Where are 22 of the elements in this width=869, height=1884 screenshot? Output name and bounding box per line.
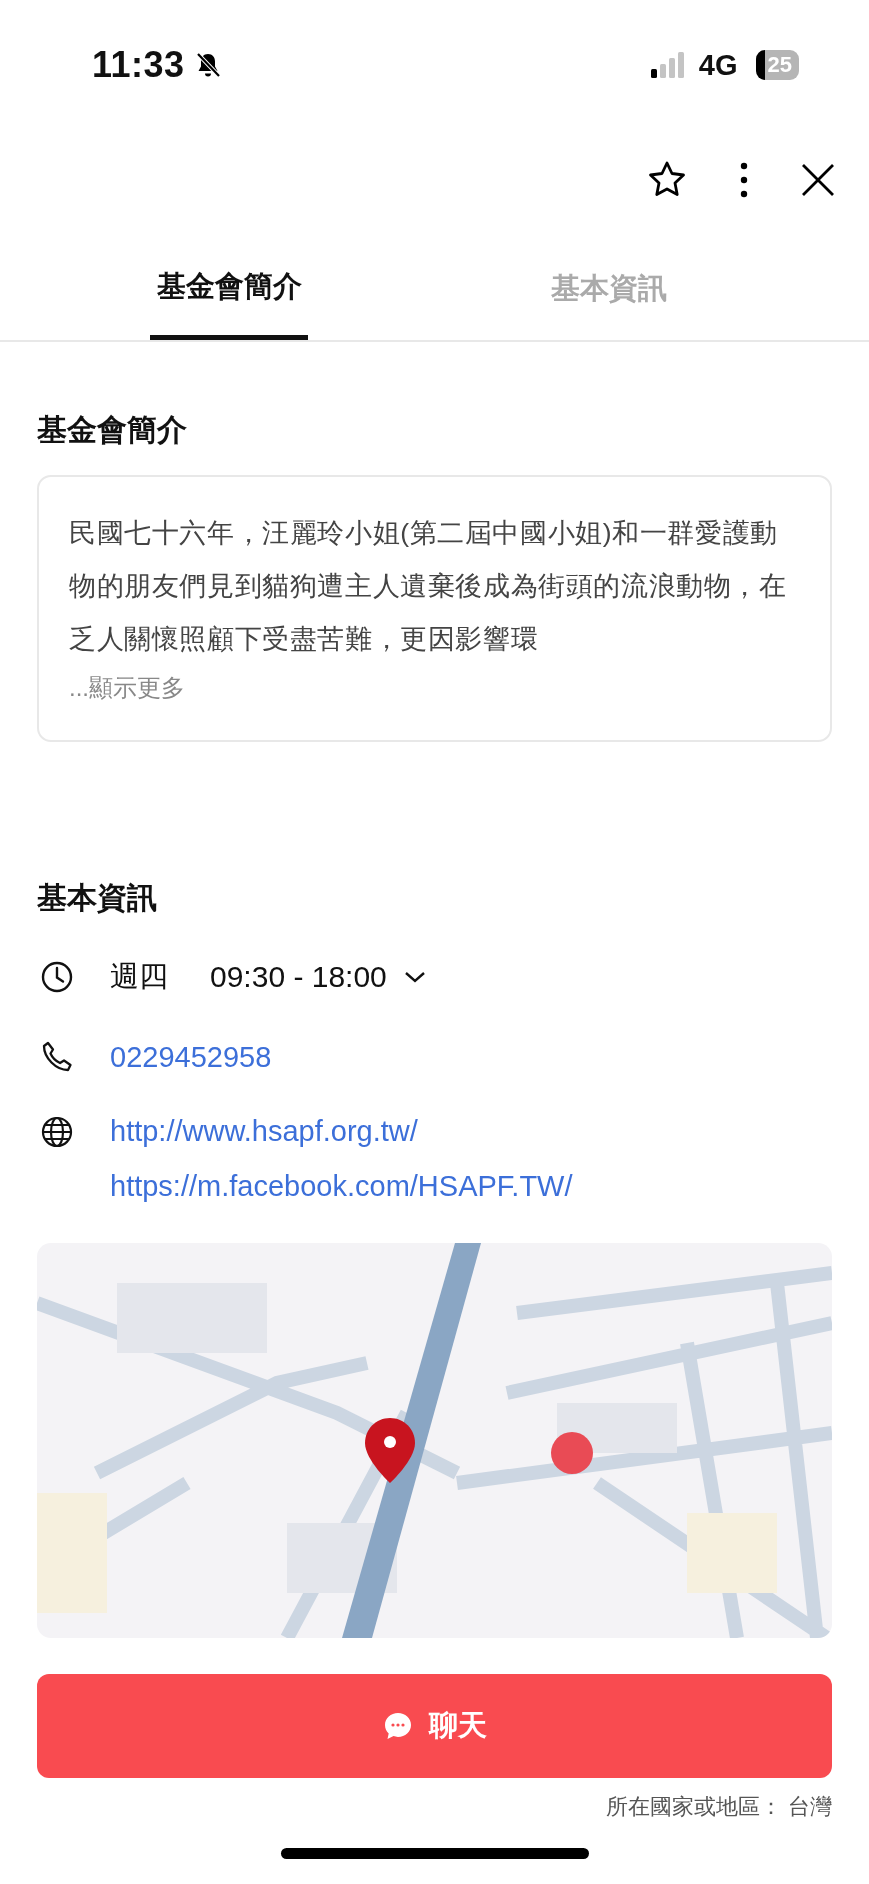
clock-time: 11:33 xyxy=(92,44,185,86)
globe-icon xyxy=(40,1115,74,1149)
opening-hours: 09:30 - 18:00 xyxy=(210,960,387,994)
website-link[interactable]: http://www.hsapf.org.tw/ xyxy=(110,1115,573,1148)
network-label: 4G xyxy=(698,48,738,82)
tab[interactable]: 基金會簡介 xyxy=(150,230,308,340)
clock-icon xyxy=(40,960,74,994)
weekday-label: 週四 xyxy=(110,959,168,994)
battery-indicator: 25 xyxy=(755,50,799,80)
description-text: 民國七十六年，汪麗玲小姐(第二屆中國小姐)和一群愛護動物的朋友們見到貓狗遭主人遺棄後成為街頭的流浪動物，在乏人關懷照顧下受盡苦難，更因影響環 xyxy=(69,517,788,656)
website-link[interactable]: https://m.facebook.com/HSAPF.TW/ xyxy=(110,1170,573,1203)
chat-button[interactable]: 聊天 xyxy=(37,1674,832,1778)
show-more-link[interactable]: ...顯示更多 xyxy=(69,672,800,704)
signal-icon xyxy=(650,52,685,78)
section-heading: 基金會簡介 xyxy=(37,412,188,448)
close-icon[interactable] xyxy=(801,163,835,197)
chat-bubble-icon xyxy=(382,1711,413,1741)
more-options-icon[interactable] xyxy=(739,162,749,198)
section-heading: 基本資訊 xyxy=(37,880,158,916)
phone-icon xyxy=(40,1040,74,1074)
phone-link[interactable]: 0229452958 xyxy=(110,1040,272,1074)
region-text: 所在國家或地區： 台灣 xyxy=(605,1793,832,1821)
